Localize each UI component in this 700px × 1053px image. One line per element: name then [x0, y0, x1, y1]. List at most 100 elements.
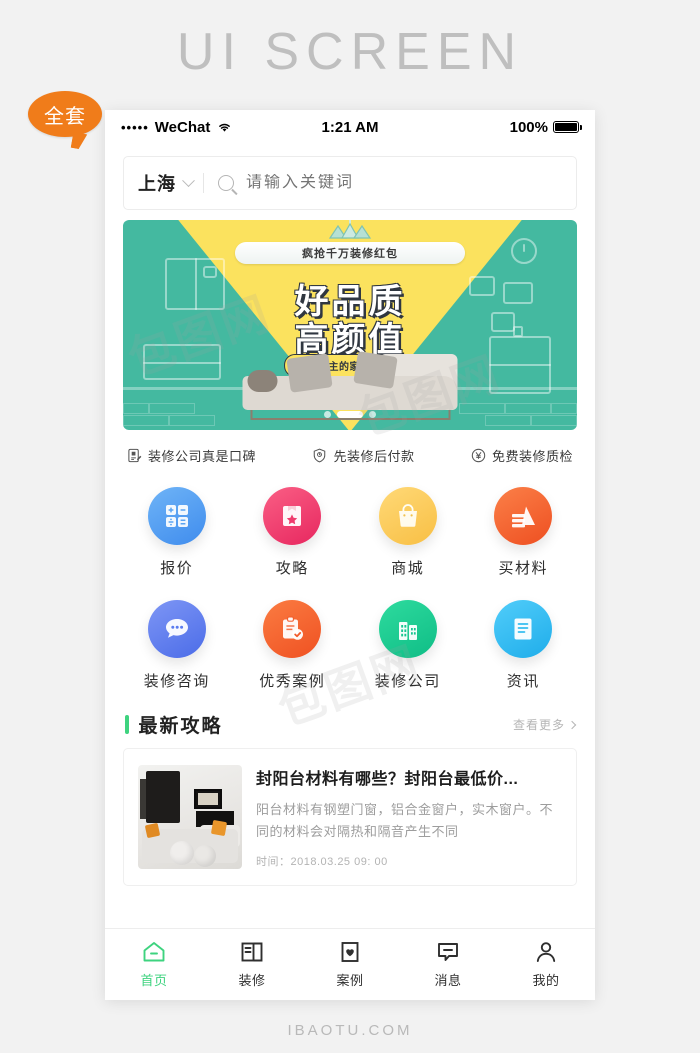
city-selector-label[interactable]: 上海 — [138, 170, 176, 196]
document-icon-circle[interactable] — [494, 600, 553, 658]
tab-label: 案例 — [336, 972, 364, 988]
grid-item-label: 装修咨询 — [143, 673, 210, 690]
tab-messages[interactable]: 消息 — [399, 941, 497, 989]
materials-icon-circle[interactable] — [494, 487, 553, 545]
yuan-icon — [471, 448, 486, 463]
article-thumbnail — [138, 765, 242, 869]
chevron-right-icon — [567, 720, 577, 729]
case-heart-icon — [341, 941, 359, 962]
banner-ribbon: 疯抢千万装修红包 — [235, 242, 465, 264]
feature-label: 免费装修质检 — [491, 449, 573, 464]
document-icon — [514, 618, 532, 640]
grid-item-label: 攻略 — [275, 560, 309, 577]
banner-pagination[interactable] — [324, 411, 376, 418]
wardrobe-divider — [195, 258, 197, 310]
building-icon — [398, 622, 417, 640]
section-accent-bar — [125, 715, 129, 734]
calculator-icon — [165, 505, 188, 527]
grid-item-zhuangxiuzixun[interactable]: 装修咨询 — [119, 592, 235, 697]
pagination-dot[interactable] — [324, 411, 331, 418]
feature-item-0: 装修公司真是口碑 — [127, 446, 256, 465]
site-footer: IBAOTU.COM — [287, 1022, 413, 1039]
grid-item-label: 资讯 — [506, 673, 540, 690]
contract-icon — [128, 448, 142, 463]
status-bar-time: 1:21 AM — [321, 118, 379, 136]
section-title: 最新攻略 — [138, 716, 223, 737]
feature-label: 先装修后付款 — [333, 449, 415, 464]
sofa-photo — [242, 348, 458, 420]
home-icon — [143, 941, 165, 961]
search-area: 上海 — [105, 144, 595, 220]
section-header: 最新攻略 查看更多 — [105, 697, 595, 748]
tab-cases[interactable]: 案例 — [301, 941, 399, 989]
frame-star-icon — [491, 312, 515, 332]
search-input[interactable] — [246, 174, 562, 192]
shopping-bag-icon-circle[interactable] — [378, 487, 437, 545]
brick — [459, 403, 505, 414]
battery-percent-label: 100% — [509, 118, 548, 136]
article-title[interactable]: 封阳台材料有哪些？封阳台最低价... — [256, 765, 562, 789]
frame-landscape-icon — [469, 276, 495, 296]
status-bar-right: 100% — [378, 118, 582, 136]
brick — [531, 415, 577, 426]
wardrobe-handle — [203, 266, 217, 278]
tab-decoration[interactable]: 装修 — [203, 941, 301, 989]
bottom-tab-bar: 首页 装修 案例 消息 我的 — [105, 928, 595, 1000]
search-bar[interactable]: 上海 — [123, 156, 577, 210]
page-title: UI SCREEN — [176, 23, 524, 81]
promo-banner[interactable]: 疯抢千万装修红包 好品质 高颜值 挑剔屋主的家装TOP榜 — [123, 220, 577, 430]
brick — [551, 403, 577, 414]
view-more-link[interactable]: 查看更多 — [513, 716, 577, 733]
grid-item-youxiuanli[interactable]: 优秀案例 — [235, 592, 351, 697]
grid-item-shangcheng[interactable]: 商城 — [350, 479, 466, 584]
phone-frame: ••••• WeChat 1:21 AM 100% 上海 请输入关键词 疯抢千万… — [105, 110, 595, 1000]
tab-profile[interactable]: 我的 — [497, 941, 595, 989]
bookmark-star-icon-circle[interactable] — [263, 487, 322, 545]
building-icon-circle[interactable] — [378, 600, 437, 658]
article-body: 封阳台材料有哪些？封阳台最低价... 阳台材料有钢塑门窗，铝合金窗户，实木窗户。… — [256, 765, 562, 869]
calculator-icon-circle[interactable] — [147, 487, 206, 545]
article-time-label: 时间： — [256, 856, 291, 869]
cabinet-line — [489, 364, 551, 366]
article-description: 阳台材料有钢塑门窗，铝合金窗户，实木窗户。不同的材料会对隔热和隔音产生不同 — [256, 802, 554, 840]
pagination-dot-active[interactable] — [337, 411, 363, 418]
grid-item-baojia[interactable]: 报价 — [119, 479, 235, 584]
clock-hand — [523, 244, 525, 252]
screenshot-root: UI SCREEN 全套 ••••• WeChat 1:21 AM 100% 上… — [0, 0, 700, 1053]
status-bar-left: ••••• WeChat — [121, 119, 322, 136]
quick-action-grid: 报价 攻略 商城 买材料 装修咨询 优秀案例 装修公司 资讯 — [105, 475, 595, 697]
grid-item-maicailiao[interactable]: 买材料 — [466, 479, 582, 584]
grid-item-zhuangxiugongsi[interactable]: 装修公司 — [350, 592, 466, 697]
shopping-bag-icon — [398, 504, 417, 527]
person-icon — [536, 941, 556, 962]
shield-clock-icon — [314, 448, 326, 463]
brick — [505, 403, 551, 414]
full-set-badge: 全套 — [28, 91, 102, 137]
grid-item-gonglue[interactable]: 攻略 — [235, 479, 351, 584]
feature-item-1: 先装修后付款 — [312, 446, 414, 465]
bookmark-star-icon — [283, 506, 302, 526]
feature-label: 装修公司真是口碑 — [148, 449, 257, 464]
grid-item-zixun[interactable]: 资讯 — [466, 592, 582, 697]
tab-label: 装修 — [238, 972, 266, 988]
brick — [485, 415, 531, 426]
tab-label: 我的 — [532, 972, 560, 988]
frame-circle-icon — [503, 282, 533, 304]
clipboard-check-icon-circle[interactable] — [263, 600, 322, 658]
full-set-badge-label: 全套 — [44, 105, 86, 128]
section-header-left: 最新攻略 — [125, 711, 223, 738]
chat-bubble-icon — [165, 619, 188, 638]
chevron-down-icon[interactable] — [182, 173, 195, 187]
chat-bubble-icon-circle[interactable] — [147, 600, 206, 658]
brick — [169, 415, 215, 426]
tab-home[interactable]: 首页 — [105, 941, 203, 989]
carrier-label: WeChat — [154, 118, 211, 136]
brick — [149, 403, 195, 414]
signal-dots-icon: ••••• — [121, 119, 149, 135]
article-card[interactable]: 封阳台材料有哪些？封阳台最低价... 阳台材料有钢塑门窗，铝合金窗户，实木窗户。… — [123, 748, 577, 887]
status-bar: ••••• WeChat 1:21 AM 100% — [105, 110, 595, 144]
materials-icon — [512, 506, 536, 528]
pagination-dot[interactable] — [369, 411, 376, 418]
decoration-icon — [241, 942, 263, 961]
clipboard-check-icon — [283, 616, 304, 640]
